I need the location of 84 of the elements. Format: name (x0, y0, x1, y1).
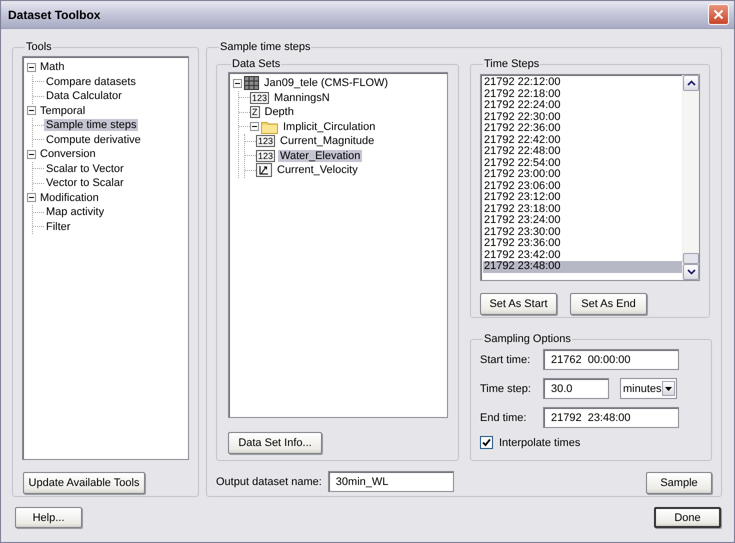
dataset-badge: 123 (256, 135, 276, 148)
tree-item[interactable]: Scalar to Vector (44, 162, 126, 175)
close-icon (713, 9, 724, 20)
time-field[interactable]: 21762 00:00:00 (543, 349, 679, 370)
group-title: Time Steps (483, 58, 540, 70)
window-title: Dataset Toolbox (8, 8, 100, 22)
unit-dropdown[interactable]: minutes (620, 378, 677, 399)
list-item[interactable]: 21792 23:24:00 (483, 215, 682, 226)
list-item[interactable]: 21792 22:54:00 (483, 158, 682, 169)
list-item[interactable]: 21792 22:30:00 (483, 112, 682, 123)
list-item[interactable]: 21792 23:30:00 (483, 226, 682, 238)
tree-item[interactable]: Map activity (44, 206, 106, 218)
list-item[interactable]: 21792 22:24:00 (483, 100, 682, 112)
grid-icon (244, 76, 259, 90)
checkbox-label: Interpolate times (499, 436, 580, 448)
tree-item[interactable]: Water_Elevation (278, 150, 362, 162)
group-title: Sample time steps (219, 41, 312, 53)
checkbox[interactable] (480, 436, 493, 449)
vector-icon (256, 163, 272, 178)
list-item[interactable]: 21792 23:06:00 (483, 180, 682, 192)
group-title: Sampling Options (483, 333, 572, 345)
scrollbar[interactable] (682, 75, 699, 280)
set-time-button[interactable]: Set As Start (480, 293, 557, 315)
scroll-thumb[interactable] (683, 253, 699, 264)
tree-item[interactable]: Conversion (38, 148, 98, 160)
tree-item[interactable]: Compare datasets (44, 76, 138, 88)
list-item[interactable]: 21792 22:36:00 (483, 123, 682, 134)
tree-item[interactable]: Math (38, 61, 66, 74)
group-title: Tools (25, 41, 53, 53)
tree-item[interactable]: Jan09_tele (CMS-FLOW) (262, 77, 390, 90)
list-item[interactable]: 21792 23:00:00 (483, 169, 682, 180)
dataset-badge: 123 (256, 150, 276, 162)
output-name-field[interactable]: 30min_WL (328, 471, 454, 492)
sample-button[interactable]: Sample (646, 472, 712, 494)
list-item[interactable]: 21792 22:18:00 (483, 88, 682, 100)
list-item[interactable]: 21792 22:42:00 (483, 134, 682, 146)
dataset-badge: Z (250, 106, 260, 118)
tree-item[interactable]: ManningsN (272, 92, 332, 104)
tree-item[interactable]: Data Calculator (44, 90, 124, 102)
tree-item[interactable]: Implicit_Circulation (281, 120, 378, 133)
collapse-icon[interactable] (27, 106, 36, 116)
field-label: Output dataset name: (216, 476, 322, 488)
field-label: End time: (480, 412, 528, 424)
list-item[interactable]: 21792 23:18:00 (483, 204, 682, 215)
set-time-button[interactable]: Set As End (570, 293, 647, 315)
collapse-icon[interactable] (27, 150, 36, 159)
scroll-up-button[interactable] (683, 75, 699, 91)
group-title: Data Sets (231, 58, 282, 70)
list-item[interactable]: 21792 23:36:00 (483, 238, 682, 250)
field-label: Time step: (480, 382, 532, 394)
list-item[interactable]: 21792 23:12:00 (483, 192, 682, 204)
collapse-icon[interactable] (27, 62, 36, 72)
tree-item[interactable]: Vector to Scalar (44, 177, 126, 190)
chevron-up-icon (686, 80, 696, 86)
tree-item[interactable]: Current_Velocity (275, 164, 360, 176)
collapse-icon[interactable] (250, 122, 259, 132)
chevron-down-icon (686, 269, 696, 275)
list-item[interactable]: 21792 23:42:00 (483, 250, 682, 261)
collapse-icon[interactable] (27, 193, 36, 202)
list-item[interactable]: 21792 22:12:00 (483, 77, 682, 88)
tree-item[interactable]: Temporal (38, 104, 88, 117)
close-button[interactable] (708, 4, 729, 25)
time-field[interactable]: 30.0 (543, 378, 609, 399)
dataset-badge: 123 (250, 92, 270, 104)
dropdown-value: minutes (623, 382, 662, 394)
help-button[interactable]: Help... (15, 507, 82, 528)
tree-item[interactable]: Modification (38, 192, 101, 204)
folder-icon (261, 120, 278, 134)
list-item[interactable]: 21792 23:48:00 (483, 261, 682, 272)
field-label: Start time: (480, 354, 532, 366)
collapse-icon[interactable] (233, 78, 242, 88)
list-item[interactable]: 21792 22:48:00 (483, 146, 682, 158)
dropdown-arrow-icon (664, 386, 672, 390)
tree-item[interactable]: Depth (262, 106, 296, 118)
tree-item[interactable]: Sample time steps (44, 119, 138, 132)
tree-item[interactable]: Compute derivative (44, 134, 143, 146)
scroll-down-button[interactable] (683, 264, 699, 280)
tree-item[interactable]: Current_Magnitude (278, 135, 376, 148)
data-set-info-button[interactable]: Data Set Info... (228, 432, 322, 454)
done-button[interactable]: Done (654, 507, 721, 528)
tree-item[interactable]: Filter (44, 220, 72, 233)
checkmark-icon (482, 438, 491, 447)
update-tools-button[interactable]: Update Available Tools (23, 472, 145, 494)
time-field[interactable]: 21792 23:48:00 (543, 407, 679, 428)
